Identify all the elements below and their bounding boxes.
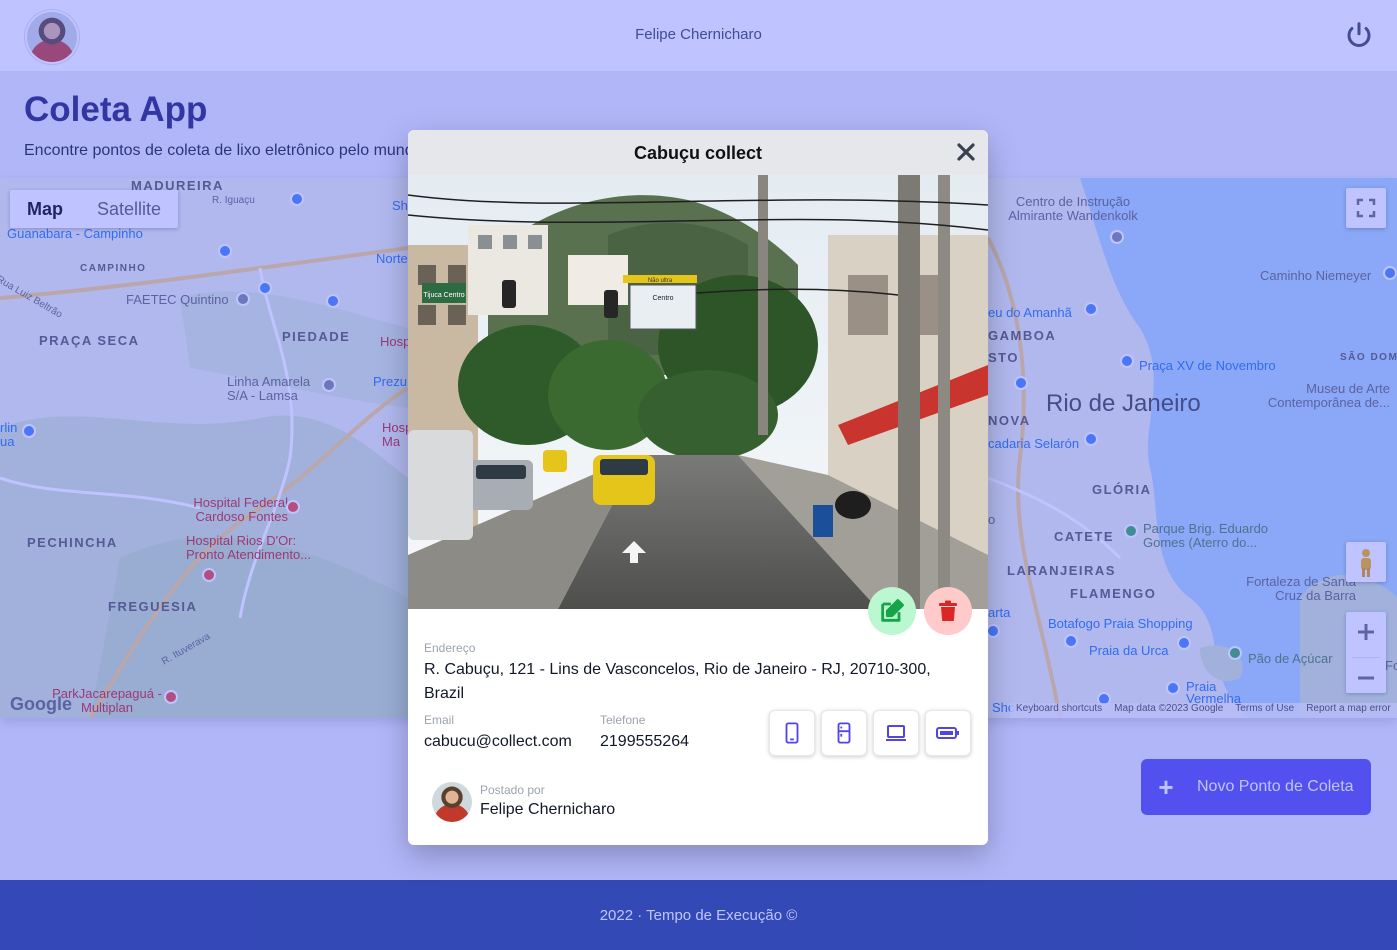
- posted-by-label: Postado por: [480, 783, 545, 797]
- smartphone-icon: [785, 722, 799, 744]
- trash-icon: [939, 600, 957, 621]
- type-battery[interactable]: [925, 710, 971, 756]
- battery-icon: [936, 727, 959, 739]
- photo-sign-tijuca: Tijuca Centro: [423, 292, 464, 299]
- posted-by-name: Felipe Chernicharo: [480, 801, 616, 818]
- collection-point-modal: Cabuçu collect Tijuca Centro Centro Não …: [408, 130, 988, 845]
- collection-point-photo: Tijuca Centro Centro Não ultra: [408, 175, 988, 609]
- refrigerator-icon: [837, 722, 851, 744]
- email-label: Email: [424, 713, 455, 727]
- close-icon[interactable]: [954, 140, 978, 164]
- modal-header: Cabuçu collect: [408, 130, 988, 175]
- photo-sign-direction: Não ultra: [648, 278, 673, 284]
- address-value: R. Cabuçu, 121 - Lins de Vasconcelos, Ri…: [424, 661, 931, 702]
- poster-avatar: [432, 782, 472, 822]
- delete-button[interactable]: [924, 587, 972, 635]
- edit-icon: [881, 599, 904, 622]
- edit-button[interactable]: [868, 587, 916, 635]
- email-value[interactable]: cabucu@collect.com: [424, 730, 572, 754]
- modal-title: Cabuçu collect: [633, 143, 763, 163]
- type-laptop[interactable]: [873, 710, 919, 756]
- photo-sign-centro: Centro: [652, 295, 673, 302]
- type-smartphone[interactable]: [769, 710, 815, 756]
- type-refrigerator[interactable]: [821, 710, 867, 756]
- phone-value[interactable]: 2199555264: [600, 730, 689, 754]
- address-label: Endereço: [424, 641, 476, 655]
- laptop-icon: [886, 725, 906, 741]
- phone-label: Telefone: [600, 713, 646, 727]
